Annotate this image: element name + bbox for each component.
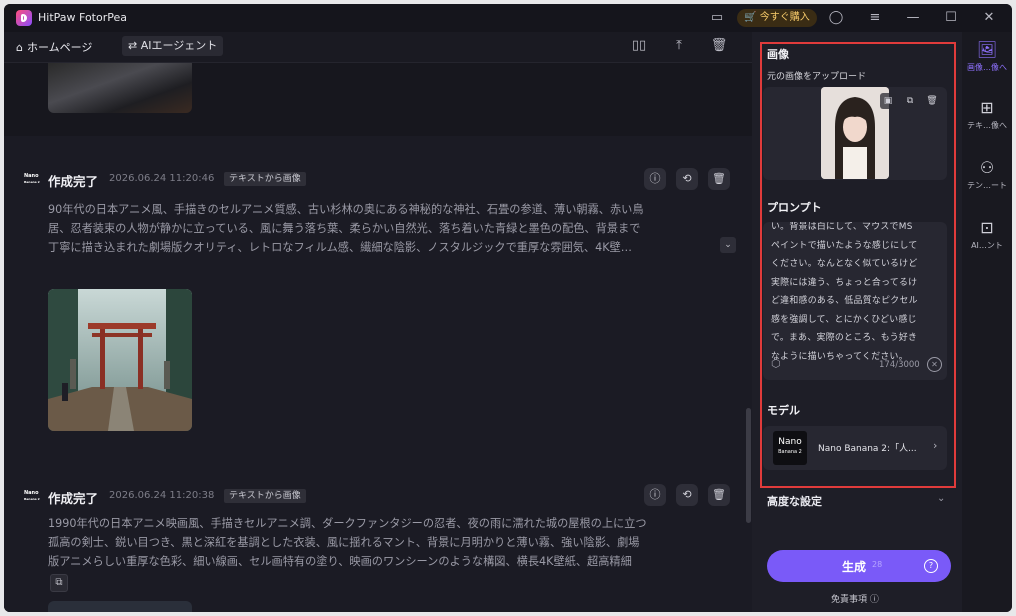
feed-scrollbar[interactable]	[746, 408, 751, 523]
maximize-icon[interactable]: ☐	[942, 9, 960, 27]
duplicate-icon[interactable]: ⧉	[902, 93, 918, 109]
template-icon: ⚇	[979, 158, 995, 177]
entry-tag: テキストから画像	[224, 489, 306, 503]
close-icon[interactable]: ✕	[980, 9, 998, 27]
model-section-title: モデル	[767, 404, 800, 417]
entry-date: 2026.06.24 11:20:46	[109, 173, 215, 184]
home-icon: ⌂	[16, 41, 23, 54]
buy-now-button[interactable]: 🛒 今すぐ購入	[737, 9, 817, 27]
rail-item-template[interactable]: ⚇ テン…ート	[962, 158, 1012, 191]
info-icon[interactable]: ⓘ	[644, 484, 666, 506]
regenerate-icon[interactable]: ⟲	[676, 484, 698, 506]
entry-prompt: 90年代の日本アニメ風、手描きのセルアニメ質感、古い杉林の奥にある神秘的な神社、…	[48, 203, 644, 254]
entry-prompt: 1990年代の日本アニメ映画風、手描きセルアニメ調、ダークファンタジーの忍者、夜…	[48, 517, 647, 568]
app-logo-icon	[16, 10, 32, 26]
info-icon: ⓘ	[869, 595, 879, 605]
entry-date: 2026.06.24 11:20:38	[109, 490, 215, 501]
entry-status: 作成完了	[48, 491, 99, 506]
credit-count: 28	[872, 560, 883, 569]
cart-icon: 🛒	[744, 12, 757, 23]
tool-rail: 🖼 画像…像へ ⊞ テキ…像へ ⚇ テン…ート ⊡ AI…ント	[962, 32, 1012, 612]
advanced-settings-toggle[interactable]: 高度な設定	[767, 493, 822, 509]
disclaimer-link[interactable]: 免責事項 ⓘ	[831, 592, 879, 605]
info-icon[interactable]: ⓘ	[644, 168, 666, 190]
ai-agent-button[interactable]: ⇄ AIエージェント	[122, 36, 224, 56]
ai-agent-icon: ⊡	[980, 218, 994, 237]
clear-prompt-icon[interactable]: ✕	[927, 357, 942, 372]
rail-item-image-to-image[interactable]: 🖼 画像…像へ	[962, 40, 1012, 73]
replace-image-icon[interactable]: ▣	[880, 93, 896, 109]
delete-icon[interactable]: 🗑	[708, 484, 730, 506]
rail-item-ai-agent[interactable]: ⊡ AI…ント	[962, 218, 1012, 251]
model-selector[interactable]: Nano Banana 2 Nano Banana 2:「人... ›	[763, 426, 947, 470]
model-logo-icon: Nano Banana 2	[24, 173, 40, 184]
chat-icon[interactable]: ▭	[708, 9, 726, 27]
copy-icon[interactable]: ⧉	[50, 574, 68, 592]
char-counter: 174/3000	[879, 360, 920, 370]
menu-icon[interactable]: ≡	[866, 9, 884, 27]
swap-icon: ⇄	[128, 39, 141, 52]
app-title: HitPaw FotorPea	[38, 11, 127, 24]
entry-status: 作成完了	[48, 174, 99, 189]
expand-chevron-icon[interactable]: ⌄	[720, 237, 736, 253]
image-sparkle-icon: 🖼	[976, 40, 998, 59]
account-icon[interactable]: ◯	[827, 9, 845, 27]
chevron-right-icon: ›	[933, 439, 938, 452]
model-logo-icon: Nano Banana 2	[24, 490, 40, 501]
trash-icon[interactable]: 🗑	[924, 93, 940, 109]
history-feed: Nano Banana 2 作成完了 2026.06.24 11:20:46 テキ…	[4, 63, 752, 612]
cube-icon[interactable]: ⬡	[771, 357, 781, 370]
uploaded-image-thumbnail[interactable]	[821, 87, 889, 179]
title-bar: HitPaw FotorPea ▭ 🛒 今すぐ購入 ◯ ≡ — ☐ ✕	[4, 4, 1012, 32]
prompt-text[interactable]: い。背景は白にして、マウスでMS ペイントで描いたような感じにして ください。な…	[771, 222, 941, 366]
next-generated-image[interactable]	[48, 601, 192, 612]
rail-item-text-to-image[interactable]: ⊞ テキ…像へ	[962, 98, 1012, 131]
text-image-icon: ⊞	[980, 98, 994, 117]
home-button[interactable]: ⌂ ホームページ	[16, 39, 92, 55]
generate-button[interactable]: 生成 28 ?	[767, 550, 951, 582]
prompt-section-title: プロンプト	[767, 201, 822, 214]
image-upload-area[interactable]: ▣ ⧉ 🗑	[763, 87, 947, 180]
previous-generated-image[interactable]	[48, 63, 192, 113]
model-name: Nano Banana 2:「人...	[818, 444, 917, 454]
help-icon[interactable]: ?	[924, 559, 938, 573]
prompt-textarea[interactable]: い。背景は白にして、マウスでMS ペイントで描いたような感じにして ください。な…	[763, 222, 947, 380]
delete-icon[interactable]: 🗑	[708, 168, 730, 190]
regenerate-icon[interactable]: ⟲	[676, 168, 698, 190]
image-section-title: 画像	[767, 48, 789, 61]
book-icon[interactable]: ▯▯	[630, 38, 648, 56]
minimize-icon[interactable]: —	[904, 9, 922, 27]
generated-image-torii[interactable]	[48, 289, 192, 431]
trash-icon[interactable]: 🗑	[710, 38, 728, 56]
entry-tag: テキストから画像	[224, 172, 306, 186]
scroll-top-icon[interactable]: ⤒	[670, 38, 688, 56]
settings-panel: 画像 元の画像をアップロード ▣ ⧉ 🗑 プロンプト い。背景は白にして、マウス…	[752, 32, 962, 612]
feed-toolbar: ⌂ ホームページ ⇄ AIエージェント ▯▯ ⤒ 🗑	[4, 32, 752, 63]
model-logo-icon: Nano Banana 2	[773, 431, 807, 465]
app-window: HitPaw FotorPea ▭ 🛒 今すぐ購入 ◯ ≡ — ☐ ✕ ⌂ ホームペ…	[4, 4, 1012, 612]
upload-label: 元の画像をアップロード	[767, 72, 867, 82]
chevron-down-icon[interactable]: ⌄	[937, 493, 945, 504]
